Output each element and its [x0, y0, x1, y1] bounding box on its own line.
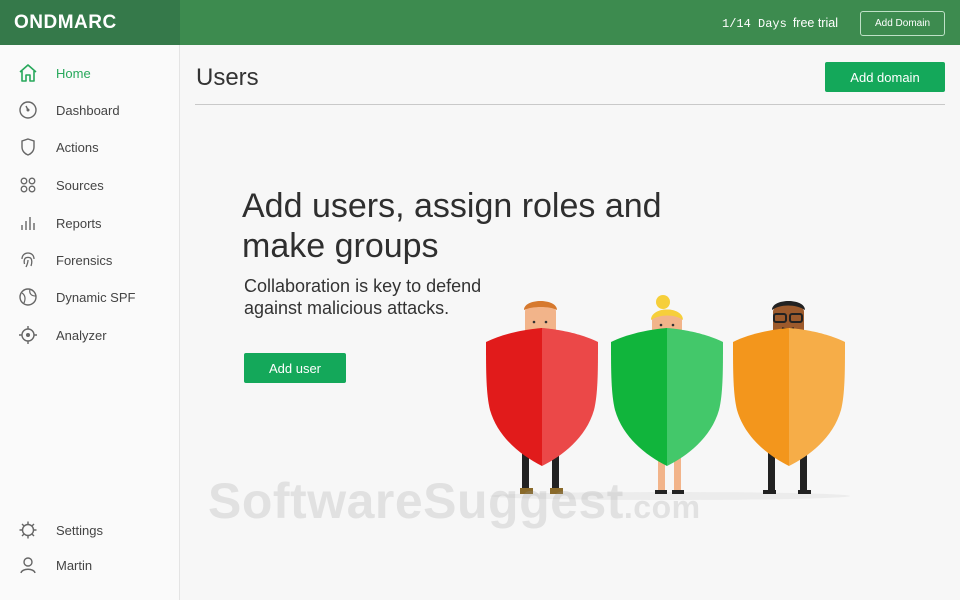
watermark: SoftwareSuggest.com [208, 472, 701, 530]
sidebar-item-label: Sources [56, 177, 104, 193]
sidebar-item-label: Dynamic SPF [56, 289, 136, 305]
globe-icon [17, 286, 39, 308]
gear-icon [17, 519, 39, 541]
sidebar-item-label: Actions [56, 139, 99, 155]
watermark-suffix: .com [623, 489, 701, 525]
sidebar-item-label: Home [56, 65, 91, 81]
trial-status: 1/14 Days free trial [722, 16, 838, 31]
sidebar-item-dashboard[interactable]: Dashboard [0, 94, 180, 126]
person-orange-shield [733, 301, 845, 494]
logo-container[interactable]: ONDMARC [0, 0, 180, 45]
empty-state-headline: Add users, assign roles and make groups [242, 187, 662, 265]
add-domain-top-button[interactable]: Add Domain [860, 11, 945, 36]
fingerprint-icon [17, 249, 39, 271]
trial-label: free trial [792, 16, 838, 30]
sidebar-item-label: Analyzer [56, 327, 107, 343]
user-icon [17, 554, 39, 576]
sidebar: Home Dashboard Actions Sources Reports F… [0, 45, 180, 600]
sidebar-item-settings[interactable]: Settings [0, 514, 180, 546]
sidebar-item-reports[interactable]: Reports [0, 207, 180, 239]
dashboard-icon [17, 99, 39, 121]
grid-icon [17, 174, 39, 196]
home-icon [17, 62, 39, 84]
sidebar-item-forensics[interactable]: Forensics [0, 244, 180, 276]
sidebar-item-label: Settings [56, 522, 103, 538]
sidebar-item-label: Dashboard [56, 102, 120, 118]
page-title: Users [196, 64, 259, 91]
person-green-shield [611, 295, 723, 494]
header-divider [195, 104, 945, 105]
target-icon [17, 324, 39, 346]
top-bar: ONDMARC 1/14 Days free trial Add Domain [0, 0, 960, 45]
sidebar-item-user[interactable]: Martin [0, 549, 180, 581]
app-logo: ONDMARC [14, 11, 117, 33]
sidebar-item-label: Forensics [56, 252, 113, 268]
person-red-shield [486, 301, 598, 494]
bar-chart-icon [17, 212, 39, 234]
sidebar-item-actions[interactable]: Actions [0, 131, 180, 163]
sidebar-item-home[interactable]: Home [0, 57, 180, 89]
sidebar-item-label: Martin [56, 557, 93, 573]
trial-counter: 1/14 Days [722, 17, 787, 31]
sidebar-item-analyzer[interactable]: Analyzer [0, 319, 180, 351]
shield-icon [17, 136, 39, 158]
sidebar-item-dynamic-spf[interactable]: Dynamic SPF [0, 281, 180, 313]
sidebar-item-sources[interactable]: Sources [0, 169, 180, 201]
add-user-button[interactable]: Add user [244, 353, 346, 383]
sidebar-item-label: Reports [56, 215, 102, 231]
add-domain-button[interactable]: Add domain [825, 62, 945, 92]
watermark-text: SoftwareSuggest [208, 473, 624, 529]
